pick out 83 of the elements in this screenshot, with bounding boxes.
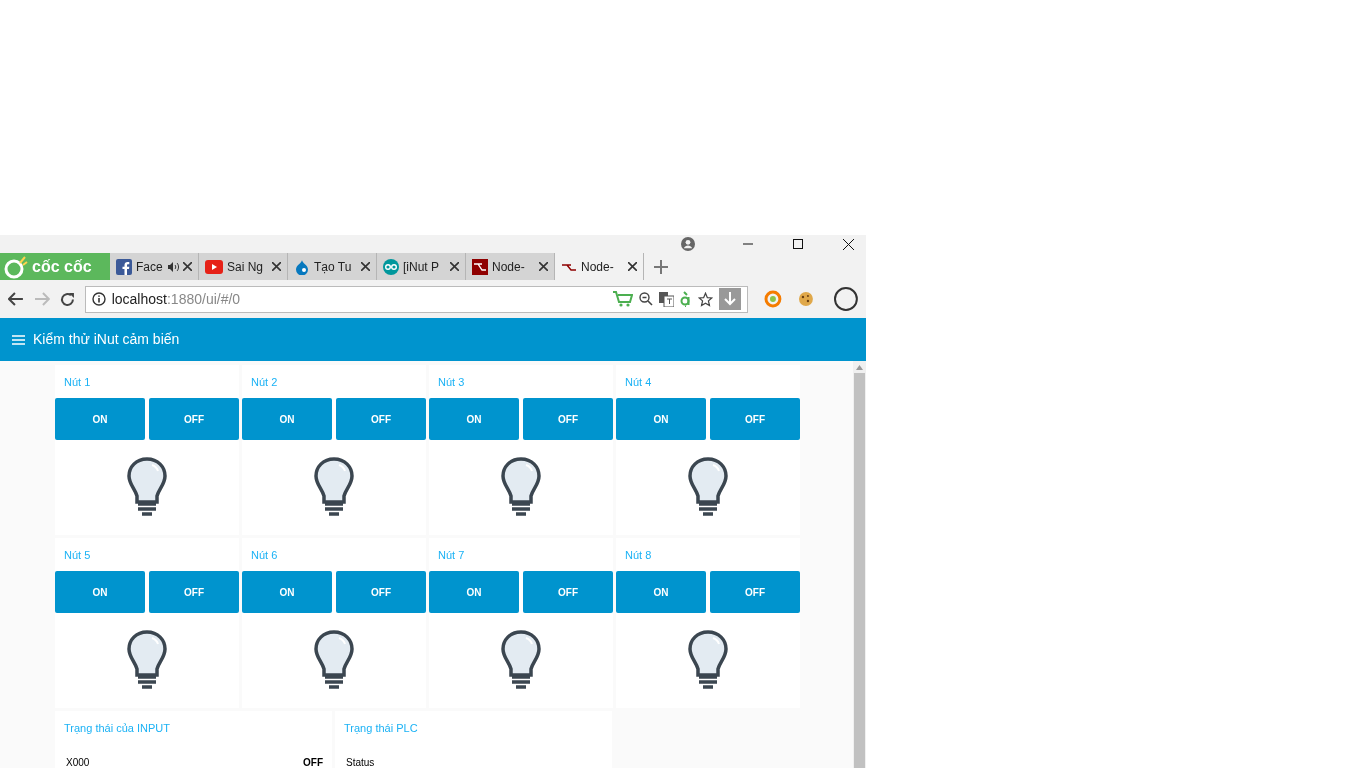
off-button[interactable]: OFF bbox=[523, 571, 613, 613]
light-bulb-icon bbox=[126, 629, 168, 692]
download-icon[interactable] bbox=[719, 288, 742, 310]
close-icon[interactable] bbox=[183, 262, 192, 271]
light-bulb-icon bbox=[687, 456, 729, 519]
sprout-logo-icon bbox=[4, 254, 28, 279]
maximize-icon[interactable] bbox=[793, 239, 803, 249]
close-icon[interactable] bbox=[628, 262, 637, 271]
off-button[interactable]: OFF bbox=[710, 398, 800, 440]
address-bar[interactable]: localhost:1880/ui/#/0 bbox=[84, 285, 749, 313]
off-button[interactable]: OFF bbox=[710, 571, 800, 613]
play-logo-icon bbox=[205, 259, 223, 274]
tab-title: Tạo Tu bbox=[314, 258, 352, 276]
app-title: Kiểm thử iNut cảm biến bbox=[33, 330, 180, 349]
tab-title: [iNut P bbox=[403, 258, 439, 276]
off-button[interactable]: OFF bbox=[336, 571, 426, 613]
on-button[interactable]: ON bbox=[429, 571, 519, 613]
browser-tab[interactable]: [iNut P bbox=[377, 253, 466, 280]
card-title: Nút 1 bbox=[63, 375, 92, 390]
browser-logo[interactable]: cốc cốc bbox=[0, 253, 110, 280]
card-title: Nút 7 bbox=[437, 548, 466, 563]
on-button[interactable]: ON bbox=[242, 571, 332, 613]
account-icon[interactable] bbox=[681, 237, 695, 251]
info-icon bbox=[91, 292, 106, 306]
eyes-icon bbox=[383, 258, 399, 275]
browser-tab[interactable]: Tạo Tu bbox=[288, 253, 377, 280]
tab-title: Node- bbox=[581, 258, 614, 276]
back-arrow-icon[interactable] bbox=[8, 292, 24, 306]
light-bulb-icon bbox=[500, 456, 542, 519]
browser-tab[interactable]: Sai Ng bbox=[199, 253, 288, 280]
f-logo-icon bbox=[116, 258, 132, 275]
on-button[interactable]: ON bbox=[429, 398, 519, 440]
tab-title: Face bbox=[136, 258, 163, 276]
card-title: Nút 2 bbox=[250, 375, 279, 390]
accent-a-icon[interactable] bbox=[680, 291, 693, 307]
cart-icon[interactable] bbox=[613, 291, 634, 307]
reload-icon[interactable] bbox=[59, 291, 75, 307]
row-value: OFF bbox=[303, 756, 323, 768]
card-title: Nút 3 bbox=[437, 375, 466, 390]
row-label: X000 bbox=[66, 756, 90, 768]
close-icon[interactable] bbox=[450, 262, 459, 271]
card-title: Trạng thái của INPUT bbox=[64, 721, 171, 736]
close-icon[interactable] bbox=[361, 262, 370, 271]
off-button[interactable]: OFF bbox=[523, 398, 613, 440]
on-button[interactable]: ON bbox=[616, 398, 706, 440]
translate-icon[interactable] bbox=[659, 291, 675, 307]
light-bulb-icon bbox=[500, 629, 542, 692]
on-button[interactable]: ON bbox=[242, 398, 332, 440]
url-text: localhost:1880/ui/#/0 bbox=[111, 289, 242, 309]
circle-icon[interactable] bbox=[834, 287, 858, 311]
off-button[interactable]: OFF bbox=[336, 398, 426, 440]
card-title: Nút 6 bbox=[250, 548, 279, 563]
menu-icon[interactable] bbox=[12, 334, 25, 345]
card-title: Nút 5 bbox=[63, 548, 92, 563]
light-bulb-icon bbox=[687, 629, 729, 692]
speaker-icon bbox=[168, 261, 179, 272]
scrollbar[interactable] bbox=[853, 361, 866, 768]
plus-icon[interactable] bbox=[654, 260, 668, 274]
browser-tab[interactable]: Face bbox=[110, 253, 199, 280]
close-icon[interactable] bbox=[843, 238, 854, 250]
drop-icon bbox=[294, 258, 310, 275]
flow-logo-icon bbox=[472, 258, 488, 275]
card-title: Nút 8 bbox=[624, 548, 653, 563]
off-button[interactable]: OFF bbox=[149, 398, 239, 440]
row-label: Status bbox=[346, 756, 375, 768]
light-bulb-icon bbox=[313, 629, 355, 692]
browser-tab[interactable]: Node- bbox=[466, 253, 555, 280]
logo-text: cốc cốc bbox=[32, 256, 92, 277]
zoom-out-icon[interactable] bbox=[639, 292, 654, 306]
on-button[interactable]: ON bbox=[55, 398, 145, 440]
star-icon[interactable] bbox=[698, 291, 714, 307]
light-bulb-icon bbox=[313, 456, 355, 519]
on-button[interactable]: ON bbox=[616, 571, 706, 613]
card-title: Trạng thái PLC bbox=[344, 721, 419, 736]
cookie-icon[interactable] bbox=[798, 291, 815, 307]
close-icon[interactable] bbox=[539, 262, 548, 271]
tab-title: Sai Ng bbox=[227, 258, 264, 276]
off-button[interactable]: OFF bbox=[149, 571, 239, 613]
tab-title: Node- bbox=[492, 258, 525, 276]
light-bulb-icon bbox=[126, 456, 168, 519]
card-title: Nút 4 bbox=[624, 375, 653, 390]
on-button[interactable]: ON bbox=[55, 571, 145, 613]
close-icon[interactable] bbox=[272, 262, 281, 271]
